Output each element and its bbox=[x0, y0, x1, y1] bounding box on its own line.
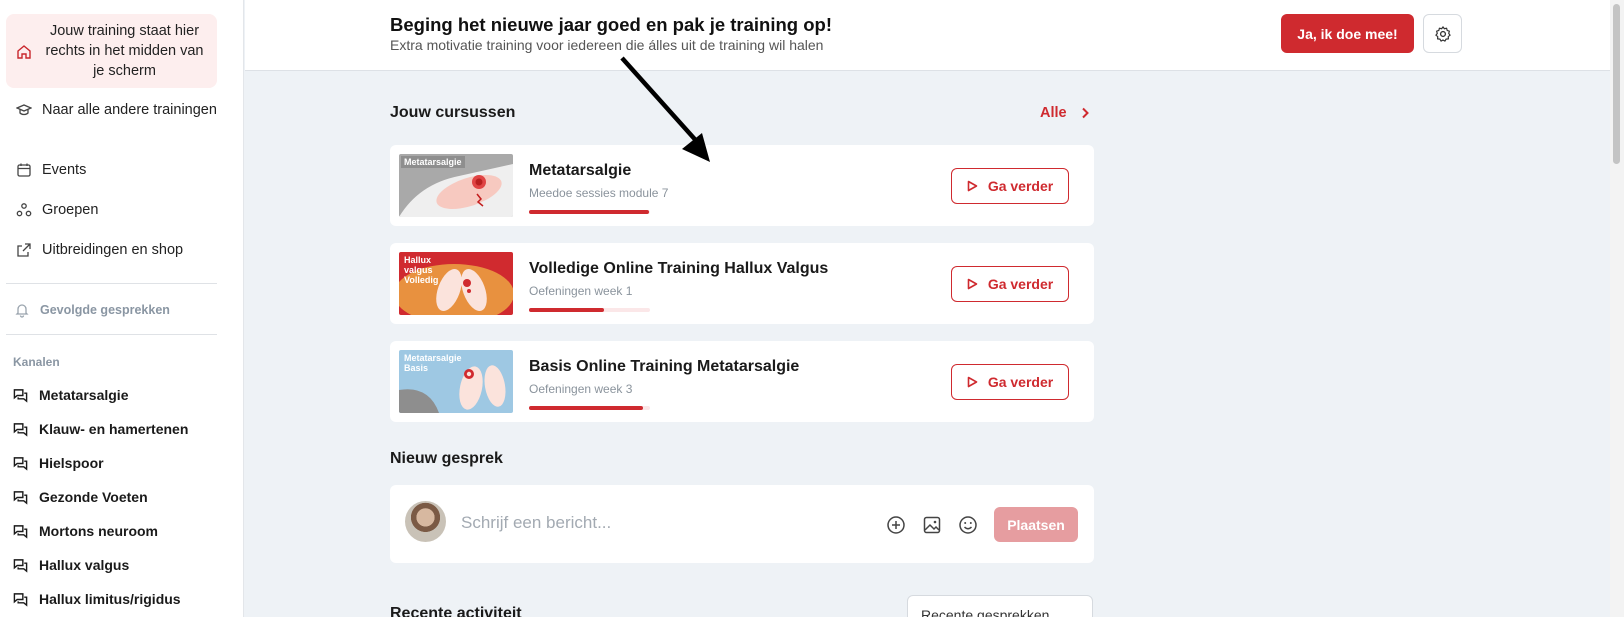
play-icon bbox=[967, 278, 978, 290]
chat-icon bbox=[13, 456, 28, 471]
avatar bbox=[405, 501, 446, 542]
bell-icon bbox=[15, 304, 29, 318]
channels-title: Kanalen bbox=[13, 355, 60, 369]
channel-klauw-hamertenen[interactable]: Klauw- en hamertenen bbox=[13, 421, 188, 437]
play-icon bbox=[967, 180, 978, 192]
thumbnail-tag: Hallux valgus Volledig bbox=[404, 255, 439, 285]
course-progress bbox=[529, 308, 650, 312]
image-icon[interactable] bbox=[922, 515, 942, 535]
all-courses-label: Alle bbox=[1040, 105, 1067, 121]
new-conversation-title: Nieuw gesprek bbox=[390, 450, 503, 467]
channel-label: Mortons neuroom bbox=[39, 523, 158, 539]
promo-banner: Beging het nieuwe jaar goed en pak je tr… bbox=[245, 0, 1610, 71]
course-subtitle: Oefeningen week 1 bbox=[529, 284, 633, 298]
course-thumbnail: Metatarsalgie bbox=[399, 154, 513, 217]
thumbnail-tag: Metatarsalgie Basis bbox=[404, 353, 462, 373]
continue-label: Ga verder bbox=[987, 374, 1054, 390]
annotation-arrow-icon bbox=[620, 56, 710, 162]
courses-title: Jouw cursussen bbox=[390, 104, 516, 121]
divider bbox=[6, 334, 217, 335]
post-button[interactable]: Plaatsen bbox=[994, 507, 1078, 542]
recent-sort-value: Recente gesprekken bbox=[921, 607, 1050, 617]
sidebar-item-trainingen[interactable]: Naar alle andere trainingen bbox=[0, 100, 230, 120]
continue-label: Ga verder bbox=[987, 178, 1054, 194]
sidebar-item-label: Groepen bbox=[42, 202, 99, 218]
banner-title: Beging het nieuwe jaar goed en pak je tr… bbox=[390, 14, 833, 35]
course-card[interactable]: Metatarsalgie Basis Basis Online Trainin… bbox=[390, 341, 1094, 422]
sidebar-item-label: Jouw training staat hier rechts in het m… bbox=[45, 23, 204, 79]
chat-icon bbox=[13, 558, 28, 573]
continue-label: Ga verder bbox=[987, 276, 1054, 292]
continue-button[interactable]: Ga verder bbox=[951, 266, 1069, 302]
join-button[interactable]: Ja, ik doe mee! bbox=[1281, 14, 1414, 53]
course-title: Basis Online Training Metatarsalgie bbox=[529, 358, 800, 375]
sidebar: Jouw training staat hier rechts in het m… bbox=[0, 0, 244, 617]
channel-hallux-limitus[interactable]: Hallux limitus/rigidus bbox=[13, 591, 181, 607]
chat-icon bbox=[13, 524, 28, 539]
channel-label: Hallux valgus bbox=[39, 557, 130, 573]
channel-label: Metatarsalgie bbox=[39, 387, 129, 403]
channel-label: Hielspoor bbox=[39, 455, 104, 471]
progress-fill bbox=[529, 308, 605, 312]
course-subtitle: Meedoe sessies module 7 bbox=[529, 186, 669, 200]
course-subtitle: Oefeningen week 3 bbox=[529, 382, 633, 396]
groups-icon bbox=[16, 203, 32, 217]
settings-button[interactable] bbox=[1423, 14, 1462, 53]
continue-button[interactable]: Ga verder bbox=[951, 168, 1069, 204]
course-thumbnail: Metatarsalgie Basis bbox=[399, 350, 513, 413]
channel-label: Hallux limitus/rigidus bbox=[39, 591, 181, 607]
channel-metatarsalgie[interactable]: Metatarsalgie bbox=[13, 387, 128, 403]
sidebar-item-shop[interactable]: Uitbreidingen en shop bbox=[0, 240, 230, 260]
continue-button[interactable]: Ga verder bbox=[951, 364, 1069, 400]
chat-icon bbox=[13, 490, 28, 505]
sidebar-item-events[interactable]: Events bbox=[0, 160, 230, 180]
emoji-icon[interactable] bbox=[958, 515, 978, 535]
course-card[interactable]: Metatarsalgie Metatarsalgie Meedoe sessi… bbox=[390, 145, 1094, 226]
divider bbox=[6, 283, 217, 284]
recent-activity-title: Recente activiteit bbox=[390, 605, 522, 617]
recent-sort-select[interactable]: Recente gesprekken bbox=[907, 595, 1093, 617]
chat-icon bbox=[13, 592, 28, 607]
channel-hielspoor[interactable]: Hielspoor bbox=[13, 455, 104, 471]
message-input[interactable] bbox=[461, 508, 861, 538]
scrollbar[interactable] bbox=[1610, 0, 1624, 617]
banner-subtitle: Extra motivatie training voor iedereen d… bbox=[390, 37, 824, 53]
thumbnail-tag: Metatarsalgie bbox=[401, 156, 465, 168]
sidebar-item-label: Uitbreidingen en shop bbox=[42, 242, 184, 258]
chevron-right-icon bbox=[1081, 107, 1089, 119]
course-card[interactable]: Hallux valgus Volledig Volledige Online … bbox=[390, 243, 1094, 324]
scrollbar-thumb[interactable] bbox=[1613, 4, 1620, 164]
course-thumbnail: Hallux valgus Volledig bbox=[399, 252, 513, 315]
chat-icon bbox=[13, 388, 28, 403]
sidebar-item-label: Naar alle andere trainingen bbox=[42, 102, 217, 118]
play-icon bbox=[967, 376, 978, 388]
followed-conversations[interactable]: Gevolgde gesprekken bbox=[14, 302, 170, 318]
calendar-icon bbox=[17, 163, 31, 177]
progress-fill bbox=[529, 406, 643, 410]
external-link-icon bbox=[17, 243, 31, 257]
chat-icon bbox=[13, 422, 28, 437]
course-progress bbox=[529, 406, 650, 410]
all-courses-link[interactable]: Alle bbox=[1040, 105, 1089, 121]
gear-icon bbox=[1434, 25, 1451, 42]
channel-label: Klauw- en hamertenen bbox=[39, 421, 189, 437]
channel-label: Gezonde Voeten bbox=[39, 489, 148, 505]
message-composer: Plaatsen bbox=[390, 485, 1094, 563]
add-icon[interactable] bbox=[886, 515, 906, 535]
channel-hallux-valgus[interactable]: Hallux valgus bbox=[13, 557, 129, 573]
home-icon bbox=[17, 45, 31, 59]
followed-label: Gevolgde gesprekken bbox=[40, 303, 170, 317]
progress-fill bbox=[529, 210, 649, 214]
course-title: Volledige Online Training Hallux Valgus bbox=[529, 260, 829, 277]
channel-mortons-neuroom[interactable]: Mortons neuroom bbox=[13, 523, 158, 539]
channel-gezonde-voeten[interactable]: Gezonde Voeten bbox=[13, 489, 148, 505]
sidebar-item-label: Events bbox=[42, 162, 87, 178]
sidebar-item-groepen[interactable]: Groepen bbox=[0, 200, 230, 220]
course-progress bbox=[529, 210, 650, 214]
graduation-cap-icon bbox=[16, 104, 32, 116]
sidebar-item-training[interactable]: Jouw training staat hier rechts in het m… bbox=[6, 14, 217, 88]
